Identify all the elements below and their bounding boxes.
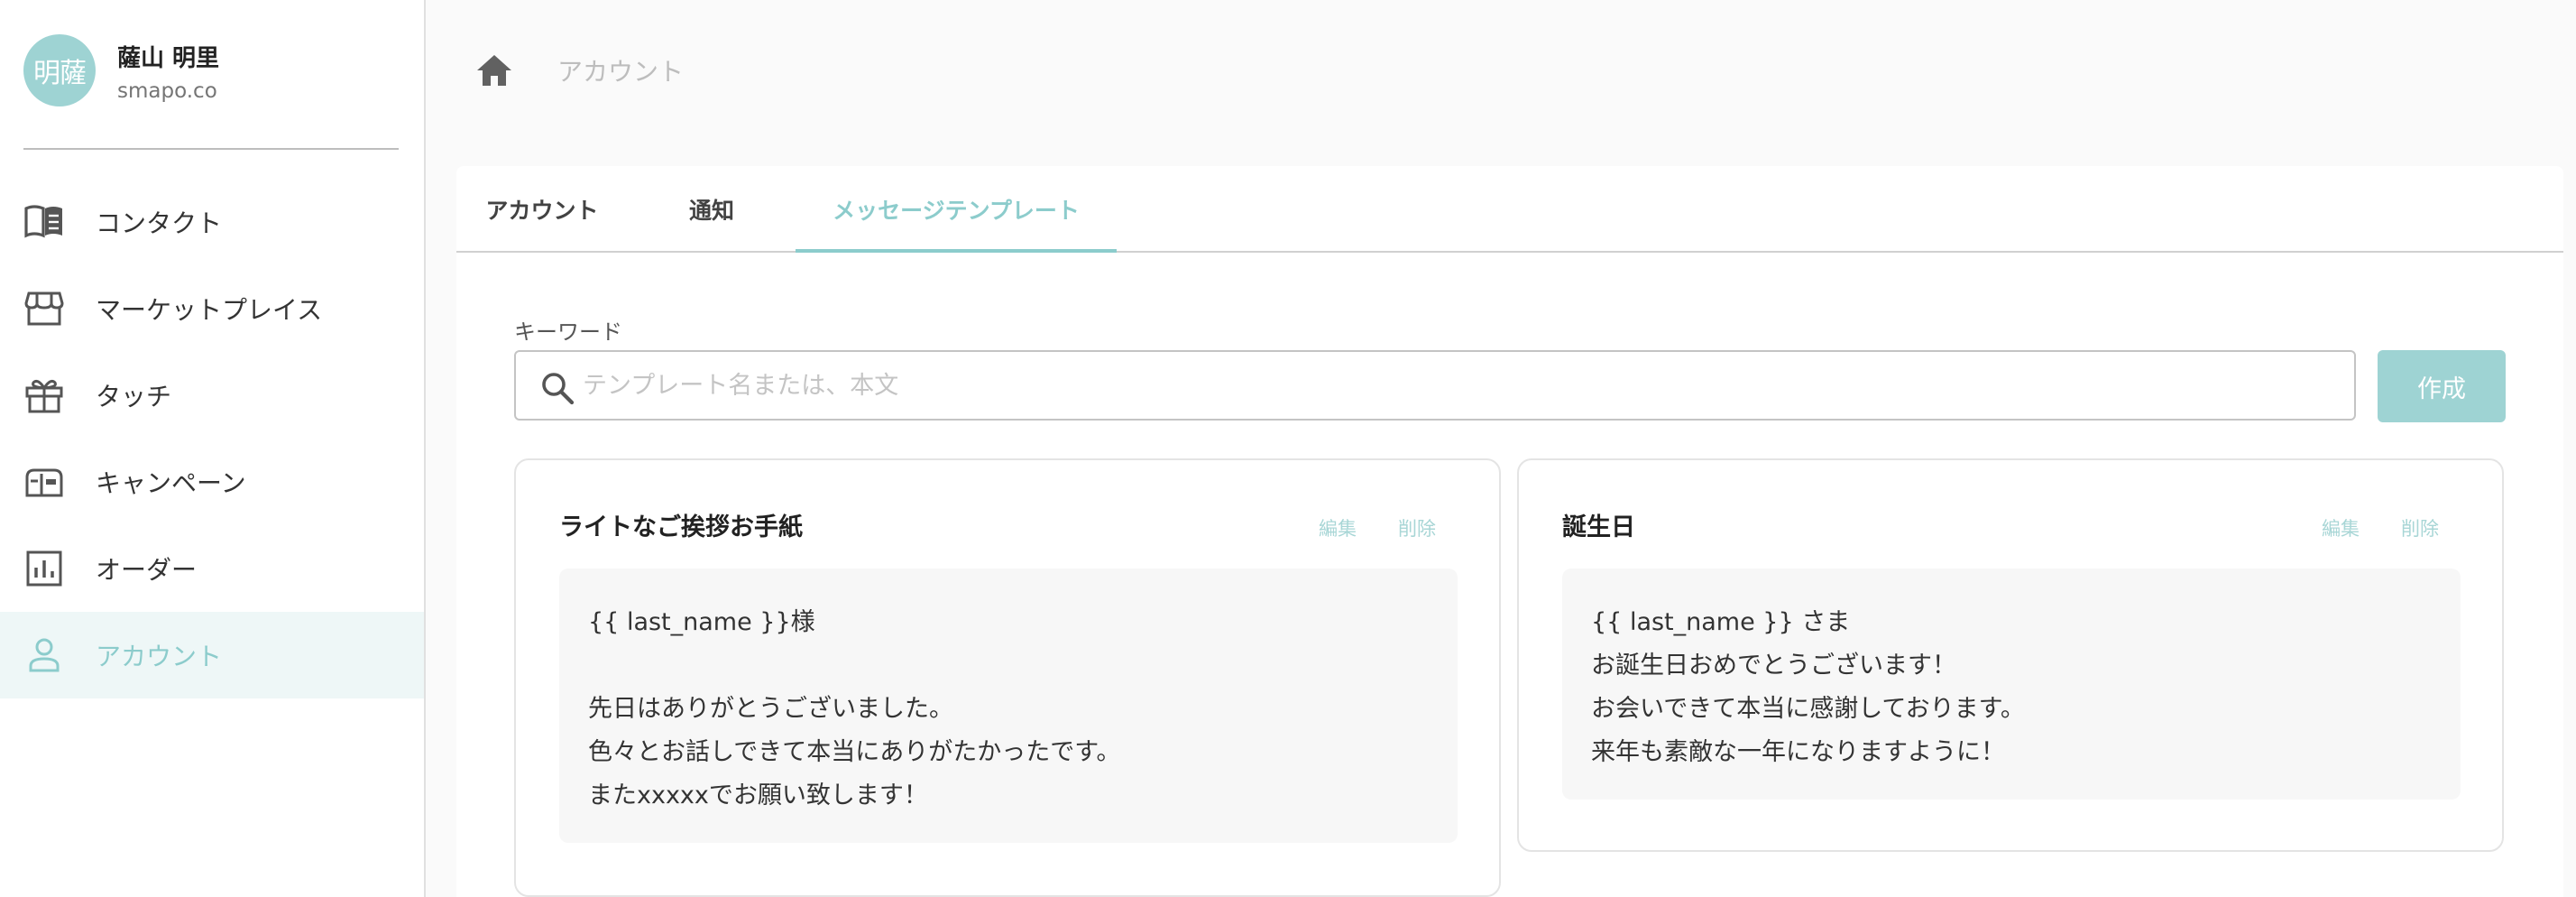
template-body-line: {{ last_name }}様 [588, 608, 815, 636]
template-body-line: {{ last_name }} さま [1591, 608, 1851, 636]
book-icon [23, 203, 65, 241]
user-name: 薩山 明里 [117, 45, 220, 72]
search-icon [539, 370, 575, 406]
sidebar: 明薩 薩山 明里 smapo.co コンタクト マーケットプレイス タッチ キャ… [0, 0, 426, 897]
search-box [514, 350, 2356, 421]
template-card: 誕生日 編集 削除 {{ last_name }} さま お誕生日おめでとうござ… [1517, 458, 2504, 852]
edit-button[interactable]: 編集 [1319, 514, 1357, 541]
keyword-label: キーワード [514, 319, 622, 345]
gift-icon [23, 376, 65, 414]
sidebar-item-contact[interactable]: コンタクト [0, 179, 424, 265]
sidebar-item-account[interactable]: アカウント [0, 612, 424, 698]
sidebar-item-campaign[interactable]: キャンペーン [0, 439, 424, 525]
template-card: ライトなご挨拶お手紙 編集 削除 {{ last_name }}様 先日はありが… [514, 458, 1501, 897]
template-body-line: 色々とお話しできて本当にありがたかったです。 [588, 738, 1121, 766]
sidebar-item-label: タッチ [96, 382, 172, 412]
avatar[interactable]: 明薩 [23, 34, 96, 106]
sidebar-item-touch[interactable]: タッチ [0, 352, 424, 439]
sidebar-nav: コンタクト マーケットプレイス タッチ キャンペーン オーダー アカウント [0, 179, 424, 698]
breadcrumb: アカウント [557, 57, 685, 87]
sidebar-item-marketplace[interactable]: マーケットプレイス [0, 265, 424, 352]
sidebar-item-label: キャンペーン [96, 468, 246, 498]
sidebar-item-label: コンタクト [96, 208, 223, 238]
template-body-line: またxxxxxでお願い致します！ [588, 781, 928, 809]
top-bar: アカウント [428, 0, 2576, 144]
store-icon [23, 290, 65, 328]
template-title: ライトなご挨拶お手紙 [559, 513, 803, 541]
tab-indicator [796, 249, 1117, 253]
delete-button[interactable]: 削除 [1398, 514, 1436, 541]
template-body-line: お誕生日おめでとうございます！ [1591, 652, 1956, 680]
sidebar-item-label: アカウント [96, 642, 223, 671]
main-panel: アカウント 通知 メッセージテンプレート キーワード 作成 ライトなご挨拶お手紙… [456, 166, 2563, 897]
template-body-line: 来年も素敵な一年になりますように！ [1591, 738, 2005, 766]
template-body-line: 先日はありがとうございました。 [588, 695, 953, 723]
sidebar-divider [23, 148, 399, 150]
person-icon [23, 636, 65, 674]
user-profile: 明薩 薩山 明里 smapo.co [23, 34, 402, 106]
template-body: {{ last_name }}様 先日はありがとうございました。 色々とお話しで… [559, 569, 1458, 843]
tab-bar: アカウント 通知 メッセージテンプレート [456, 166, 2563, 253]
search-input[interactable] [583, 361, 2332, 410]
tab-notifications[interactable]: 通知 [628, 166, 796, 253]
sidebar-item-label: オーダー [96, 555, 198, 585]
template-body-line: お会いできて本当に感謝しております。 [1591, 695, 2025, 723]
tab-message-templates[interactable]: メッセージテンプレート [796, 166, 1117, 253]
mailbox-icon [23, 463, 65, 501]
user-domain: smapo.co [117, 79, 217, 103]
template-body-line [588, 644, 1429, 688]
home-icon[interactable] [474, 51, 514, 90]
sidebar-item-order[interactable]: オーダー [0, 525, 424, 612]
tab-account[interactable]: アカウント [456, 166, 628, 253]
create-button[interactable]: 作成 [2378, 350, 2506, 422]
template-body: {{ last_name }} さま お誕生日おめでとうございます！ お会いでき… [1562, 569, 2461, 800]
template-title: 誕生日 [1562, 513, 1635, 541]
delete-button[interactable]: 削除 [2401, 514, 2439, 541]
sidebar-item-label: マーケットプレイス [96, 295, 323, 325]
edit-button[interactable]: 編集 [2322, 514, 2360, 541]
bar-chart-icon [23, 550, 65, 587]
